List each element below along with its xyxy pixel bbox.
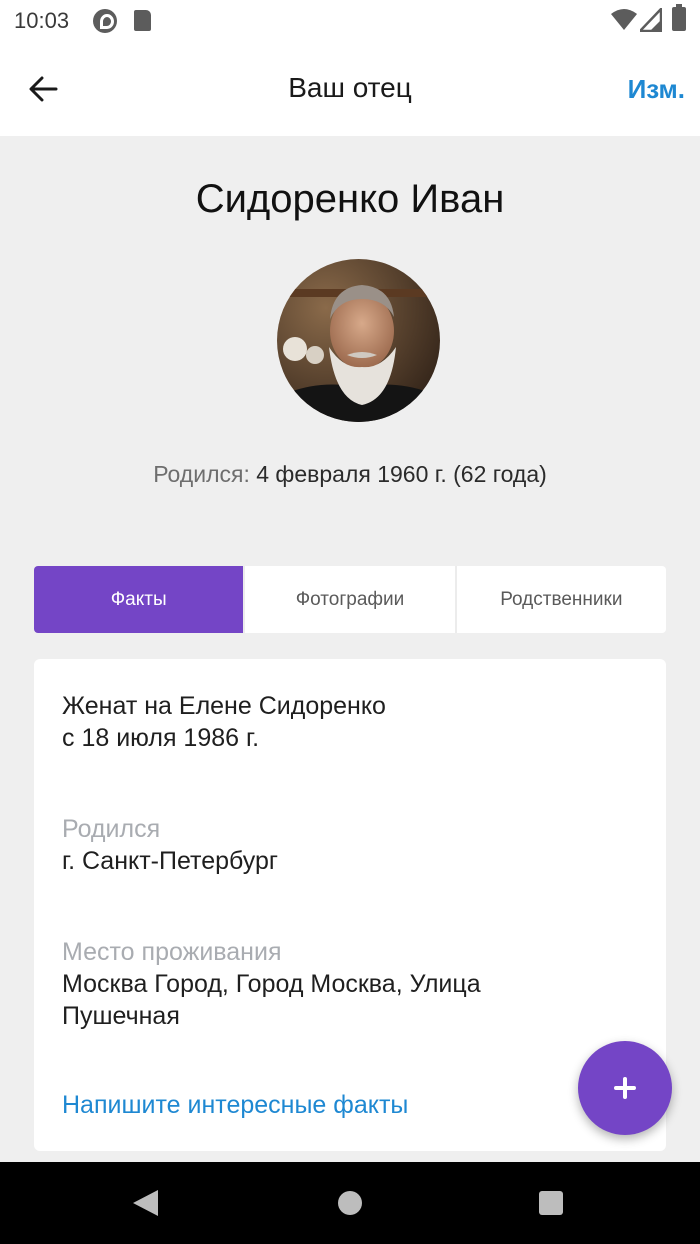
residence-label: Место проживания [62, 938, 282, 966]
person-name: Сидоренко Иван [195, 177, 505, 221]
fact-residence: Место проживания Москва Город, Город Мос… [62, 936, 582, 1032]
birth-value: 4 февраля 1960 г. (62 года) [256, 461, 547, 487]
write-facts-link[interactable]: Напишите интересные факты [62, 1091, 408, 1120]
edit-button[interactable]: Изм. [628, 74, 685, 105]
cell-signal-icon [637, 5, 663, 37]
nav-recents-icon[interactable] [539, 1191, 563, 1215]
wifi-icon [611, 8, 637, 37]
arrow-left-icon [29, 76, 58, 102]
nav-back-icon[interactable] [133, 1190, 158, 1216]
avatar[interactable] [277, 259, 440, 422]
facts-card: Женат на Елене Сидоренко с 18 июля 1986 … [34, 659, 666, 1151]
notification-app-icon [93, 9, 117, 33]
fact-marriage: Женат на Елене Сидоренко с 18 июля 1986 … [62, 690, 582, 754]
status-bar: 10:03 [0, 0, 700, 42]
tab-photos[interactable]: Фотографии [243, 566, 454, 633]
tab-facts[interactable]: Факты [34, 566, 244, 633]
system-nav-bar [0, 1162, 700, 1244]
sd-card-icon [134, 10, 151, 31]
residence-value: Москва Город, Город Москва, Улица Пушечн… [62, 970, 481, 1030]
tab-bar: Факты Фотографии Родственники [34, 566, 666, 633]
page-title: Ваш отец [288, 72, 412, 103]
back-button[interactable] [18, 64, 68, 114]
fact-birthplace: Родился г. Санкт-Петербург [62, 813, 582, 877]
battery-icon [672, 4, 686, 31]
status-time: 10:03 [14, 8, 70, 33]
birthplace-value: г. Санкт-Петербург [62, 847, 279, 875]
tab-relatives[interactable]: Родственники [454, 566, 666, 633]
birth-label: Родился: [153, 461, 250, 487]
app-bar: Ваш отец Изм. [0, 42, 700, 136]
marriage-text: Женат на Елене Сидоренко с 18 июля 1986 … [62, 692, 386, 752]
nav-home-icon[interactable] [338, 1191, 362, 1215]
add-button[interactable] [578, 1041, 672, 1135]
birthplace-label: Родился [62, 815, 161, 843]
birth-info: Родился: 4 февраля 1960 г. (62 года) [0, 461, 700, 488]
